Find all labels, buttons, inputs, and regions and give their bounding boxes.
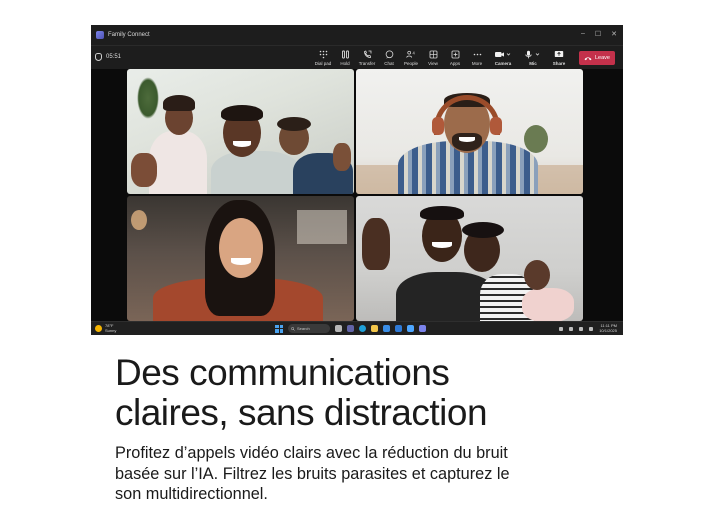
file-explorer-icon[interactable] — [371, 325, 378, 332]
transfer-button[interactable]: Transfer — [356, 49, 378, 66]
battery-icon[interactable] — [589, 326, 594, 331]
windows-start-icon[interactable] — [275, 324, 283, 333]
dialpad-icon — [318, 49, 328, 59]
laptop-screen: Family Connect – ☐ ✕ 05:51 Dial pad Hold — [91, 25, 623, 335]
more-button[interactable]: More — [466, 49, 488, 66]
sun-icon — [95, 325, 102, 332]
minimize-button[interactable]: – — [581, 30, 585, 38]
call-timer-text: 05:51 — [106, 54, 122, 60]
chat-icon — [384, 49, 394, 59]
app-logo-icon — [96, 31, 104, 39]
view-button[interactable]: View — [422, 49, 444, 66]
window-light — [297, 210, 347, 244]
apps-icon — [450, 49, 460, 59]
participant-video — [356, 69, 583, 194]
chat-button[interactable]: Chat — [378, 49, 400, 66]
body-line-2: basée sur l’IA. Filtrez les bruits paras… — [115, 464, 510, 483]
camera-icon — [493, 49, 513, 59]
video-tile-family[interactable] — [127, 69, 354, 194]
camera-button[interactable]: Camera — [488, 49, 518, 66]
view-icon — [428, 49, 438, 59]
video-tile-woman[interactable] — [127, 196, 354, 321]
taskbar-apps: Search — [275, 324, 426, 333]
headline-line-1: Des communications — [115, 352, 450, 393]
participant-video — [127, 69, 354, 194]
window-titlebar: Family Connect – ☐ ✕ — [91, 25, 623, 45]
taskbar-search-input[interactable]: Search — [288, 324, 330, 333]
video-tile-headphones[interactable] — [356, 69, 583, 194]
leave-label: Leave — [595, 55, 610, 61]
shield-icon — [95, 53, 102, 61]
wifi-icon[interactable] — [569, 326, 574, 331]
lamp-light — [131, 210, 147, 230]
taskbar-clock[interactable]: 11:11 PM 10/1/2025 — [599, 323, 617, 333]
chevron-up-icon[interactable] — [559, 326, 564, 331]
people-count-badge: 4 — [413, 50, 416, 55]
edge-app-icon[interactable] — [359, 325, 366, 332]
mail-app-icon[interactable] — [395, 325, 402, 332]
plant-decoration — [137, 77, 159, 119]
headline-line-2: claires, sans distraction — [115, 392, 488, 433]
hold-icon — [340, 49, 350, 59]
volume-icon[interactable] — [579, 326, 584, 331]
leave-button[interactable]: Leave — [579, 51, 615, 65]
system-tray: 11:11 PM 10/1/2025 — [559, 323, 617, 333]
body-line-1: Profitez d’appels vidéo clairs avec la r… — [115, 444, 508, 462]
mic-button[interactable]: Mic — [518, 49, 548, 66]
store-app-icon[interactable] — [383, 325, 390, 332]
hang-up-icon — [584, 56, 592, 60]
body-line-3: son multidirectionnel. — [115, 485, 268, 503]
task-view-icon[interactable] — [335, 325, 342, 332]
weather-widget[interactable]: 78°F Sunny — [95, 323, 117, 333]
dialpad-button[interactable]: Dial pad — [312, 49, 334, 66]
plant-decoration — [524, 125, 548, 153]
clock-date: 10/1/2025 — [599, 327, 617, 333]
participant-video — [127, 196, 354, 321]
search-icon — [291, 326, 295, 331]
share-icon — [554, 49, 564, 59]
family-connect-app-icon[interactable] — [419, 325, 426, 332]
hold-button[interactable]: Hold — [334, 49, 356, 66]
teams-app-icon[interactable] — [347, 325, 354, 332]
maximize-button[interactable]: ☐ — [595, 30, 601, 38]
marketing-body: Profitez d’appels vidéo clairs avec la r… — [115, 443, 615, 505]
call-timer: 05:51 — [95, 53, 121, 61]
close-button[interactable]: ✕ — [611, 30, 617, 38]
more-icon — [472, 49, 482, 59]
weather-desc: Sunny — [105, 327, 117, 333]
window-controls: – ☐ ✕ — [581, 30, 617, 38]
participant-video — [356, 196, 583, 321]
photos-app-icon[interactable] — [407, 325, 414, 332]
call-tools: Dial pad Hold Transfer Chat 4 People Vie… — [312, 49, 570, 66]
windows-taskbar: 78°F Sunny Search 11:11 PM 10/1/2025 — [91, 321, 623, 335]
share-button[interactable]: Share — [548, 49, 570, 66]
video-tile-sofa-family[interactable] — [356, 196, 583, 321]
transfer-icon — [362, 49, 372, 59]
app-title: Family Connect — [108, 32, 150, 38]
apps-button[interactable]: Apps — [444, 49, 466, 66]
marketing-headline: Des communications claires, sans distrac… — [115, 353, 615, 433]
call-toolbar: 05:51 Dial pad Hold Transfer Chat 4 Peop… — [91, 45, 623, 69]
mic-icon — [523, 49, 543, 59]
people-icon: 4 — [406, 49, 416, 59]
people-button[interactable]: 4 People — [400, 49, 422, 66]
